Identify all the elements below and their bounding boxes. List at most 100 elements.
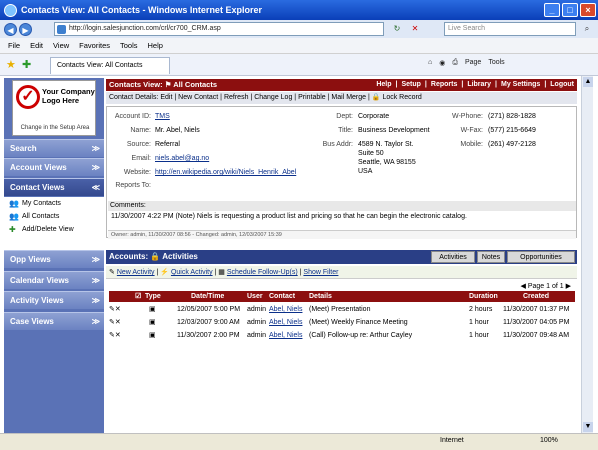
row-contact[interactable]: Abel, Niels [269, 330, 302, 342]
sidebar-activity-views[interactable]: Activity Views ≫ [4, 291, 104, 309]
pager-text: Page 1 of 1 [527, 283, 564, 290]
page-menu[interactable]: Page [465, 59, 481, 67]
contact-icon: 👥 [9, 199, 19, 208]
edit-link[interactable]: Edit [160, 94, 172, 101]
lock-record-link[interactable]: Lock Record [382, 94, 421, 101]
print-icon[interactable]: ⎙ [452, 59, 458, 67]
address-line-1: 4589 N. Taylor St. [358, 141, 414, 148]
stop-icon[interactable]: ✕ [408, 23, 422, 35]
row-duration: 2 hours [469, 306, 493, 313]
col-type[interactable]: Type [145, 291, 161, 302]
contact-wfax: (577) 215-6649 [488, 127, 536, 134]
add-favorite-icon[interactable]: ✚ [22, 58, 31, 71]
col-user[interactable]: User [247, 291, 263, 302]
scroll-down-icon[interactable]: ▼ [583, 422, 593, 432]
contact-title: Business Development [358, 127, 430, 134]
row-contact[interactable]: Abel, Niels [269, 317, 302, 329]
view-header: Contacts View: ⚑ All Contacts Help | Setu… [106, 79, 577, 91]
tab-opportunities[interactable]: Opportunities [507, 251, 575, 263]
edit-icon[interactable]: ✎✕ [109, 304, 121, 316]
table-row[interactable]: ✎✕ ▣ 12/05/2007 5:00 PM admin Abel, Niel… [109, 304, 575, 316]
sidebar-contact-views[interactable]: Contact Views ≪ [4, 178, 104, 196]
sidebar-label: Search [10, 144, 37, 153]
close-button[interactable]: × [580, 3, 596, 17]
contact-dept: Corporate [358, 113, 390, 120]
sidebar-calendar-views[interactable]: Calendar Views ≫ [4, 271, 104, 289]
tab-activities[interactable]: Activities [431, 251, 475, 263]
menu-edit[interactable]: Edit [30, 41, 43, 50]
favorites-star-icon[interactable]: ★ [6, 58, 16, 71]
select-all-checkbox[interactable]: ☑ [135, 291, 141, 302]
change-log-link[interactable]: Change Log [254, 94, 292, 101]
col-details[interactable]: Details [309, 291, 332, 302]
search-input[interactable]: Live Search [444, 22, 576, 36]
sidebar-label: Activity Views [10, 296, 64, 305]
minimize-button[interactable]: _ [544, 3, 560, 17]
row-created: 11/30/2007 04:05 PM [503, 319, 570, 326]
col-created[interactable]: Created [523, 291, 549, 302]
sidebar-item-add-delete-view[interactable]: ✚ Add/Delete View [4, 223, 104, 236]
menu-file[interactable]: File [8, 41, 20, 50]
sidebar-label: Opp Views [10, 255, 51, 264]
sidebar-opp-views[interactable]: Opp Views ≫ [4, 250, 104, 268]
sidebar-account-views[interactable]: Account Views ≫ [4, 158, 104, 176]
refresh-icon[interactable]: ↻ [390, 23, 404, 35]
website-link[interactable]: http://en.wikipedia.org/wiki/Niels_Henri… [155, 168, 296, 177]
search-icon[interactable]: ⌕ [580, 23, 594, 35]
url-field[interactable]: http://login.salesjunction.com/crl/cr700… [54, 22, 384, 36]
back-icon[interactable]: ◀ [4, 22, 17, 36]
library-link[interactable]: Library [467, 79, 491, 91]
maximize-button[interactable]: □ [562, 3, 578, 17]
home-icon[interactable]: ⌂ [428, 59, 432, 67]
next-page-icon[interactable]: ▶ [566, 283, 571, 290]
link-label: Add/Delete View [22, 226, 74, 233]
source-label: Source: [126, 141, 151, 148]
quick-activity-link[interactable]: Quick Activity [171, 269, 213, 276]
printable-link[interactable]: Printable [298, 94, 326, 101]
refresh-link[interactable]: Refresh [224, 94, 249, 101]
account-id-link[interactable]: TMS [155, 112, 170, 121]
col-datetime[interactable]: Date/Time [191, 291, 224, 302]
page-scrollbar[interactable]: ▲ ▼ [581, 76, 593, 433]
sidebar-search[interactable]: Search ≫ [4, 139, 104, 157]
menu-tools[interactable]: Tools [120, 41, 138, 50]
tab-notes[interactable]: Notes [477, 251, 505, 263]
sidebar-item-all-contacts[interactable]: 👥 All Contacts [4, 210, 104, 223]
col-contact[interactable]: Contact [269, 291, 295, 302]
logout-link[interactable]: Logout [550, 79, 574, 91]
schedule-followup-link[interactable]: Schedule Follow-Up(s) [227, 269, 298, 276]
menu-favorites[interactable]: Favorites [79, 41, 110, 50]
contacts-icon: ⚑ [164, 80, 172, 89]
scroll-up-icon[interactable]: ▲ [583, 77, 593, 87]
setup-link[interactable]: Setup [401, 79, 420, 91]
sidebar-case-views[interactable]: Case Views ≫ [4, 312, 104, 330]
sidebar-item-my-contacts[interactable]: 👥 My Contacts [4, 197, 104, 210]
my-settings-link[interactable]: My Settings [501, 79, 540, 91]
feeds-icon[interactable]: ◉ [439, 59, 445, 67]
new-contact-link[interactable]: New Contact [178, 94, 218, 101]
forward-icon[interactable]: ▶ [19, 22, 32, 36]
table-row[interactable]: ✎✕ ▣ 11/30/2007 2:00 PM admin Abel, Niel… [109, 330, 575, 342]
row-contact[interactable]: Abel, Niels [269, 304, 302, 316]
reports-link[interactable]: Reports [431, 79, 457, 91]
menu-help[interactable]: Help [148, 41, 163, 50]
table-row[interactable]: ✎✕ ▣ 12/03/2007 9:00 AM admin Abel, Niel… [109, 317, 575, 329]
prev-page-icon[interactable]: ◀ [521, 283, 526, 290]
zoom-level[interactable]: 100% [540, 437, 558, 444]
new-activity-icon: ✎ [109, 269, 115, 276]
new-activity-link[interactable]: New Activity [117, 269, 155, 276]
mail-merge-link[interactable]: Mail Merge [331, 94, 366, 101]
email-link[interactable]: niels.abel@ag.no [155, 154, 209, 163]
meeting-icon: ▣ [149, 306, 156, 313]
contact-card: Account ID: TMS Name: Mr. Abel, Niels So… [106, 106, 577, 239]
browser-tab[interactable]: Contacts View: All Contacts [50, 57, 170, 74]
row-details: (Meet) Weekly Finance Meeting [309, 319, 408, 326]
show-filter-link[interactable]: Show Filter [303, 269, 338, 276]
help-link[interactable]: Help [376, 79, 391, 91]
tab-bar: ★ ✚ Contacts View: All Contacts ⌂ ◉ ⎙ Pa… [0, 54, 598, 76]
tools-menu[interactable]: Tools [488, 59, 504, 67]
col-duration[interactable]: Duration [469, 291, 498, 302]
edit-icon[interactable]: ✎✕ [109, 330, 121, 342]
menu-view[interactable]: View [53, 41, 69, 50]
edit-icon[interactable]: ✎✕ [109, 317, 121, 329]
